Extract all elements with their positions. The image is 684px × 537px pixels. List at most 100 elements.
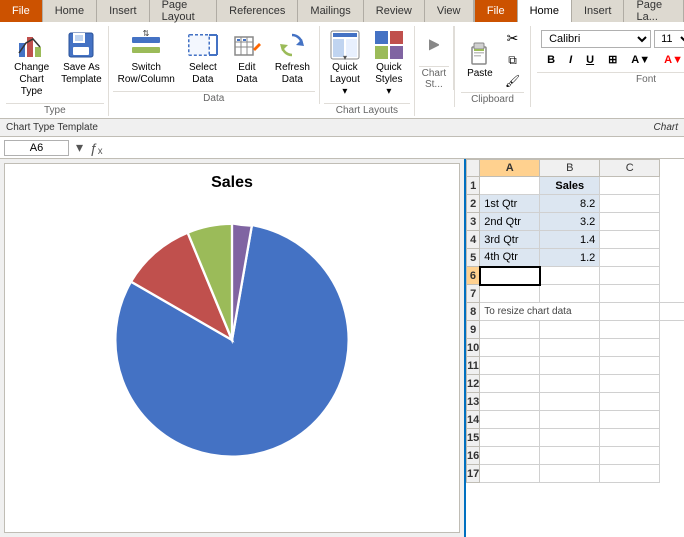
change-chart-type-button[interactable]: ChangeChart Type <box>6 26 57 101</box>
cell-r5-c3[interactable] <box>600 249 660 267</box>
tab-mailings[interactable]: Mailings <box>298 0 363 22</box>
cell-r2-c3[interactable] <box>600 195 660 213</box>
cell-r8-c2[interactable] <box>600 303 660 321</box>
cell-r9-c1[interactable] <box>480 321 540 339</box>
quick-styles-button[interactable]: QuickStyles ▾ <box>368 26 410 101</box>
cell-r17-c2[interactable] <box>540 465 600 483</box>
border-button[interactable]: ⊞ <box>602 51 623 68</box>
tab-insert2[interactable]: Insert <box>572 0 625 22</box>
cell-r12-c3[interactable] <box>600 375 660 393</box>
row-header-15[interactable]: 15 <box>467 429 480 447</box>
tab-home[interactable]: Home <box>43 0 97 22</box>
italic-button[interactable]: I <box>563 52 578 68</box>
tab-page-layout[interactable]: Page Layout <box>150 0 218 22</box>
format-painter-button[interactable]: 🖌 <box>501 72 524 90</box>
cell-r1-c1[interactable] <box>480 177 540 195</box>
cell-r2-c2[interactable]: 8.2 <box>540 195 600 213</box>
tab-review[interactable]: Review <box>364 0 425 22</box>
cell-r15-c2[interactable] <box>540 429 600 447</box>
chart-st-btn[interactable]: ▶ <box>419 26 449 64</box>
paste-button[interactable]: Paste <box>461 36 499 83</box>
cell-r7-c3[interactable] <box>600 285 660 303</box>
cell-r3-c2[interactable]: 3.2 <box>540 213 600 231</box>
cell-r13-c2[interactable] <box>540 393 600 411</box>
quick-layout-button[interactable]: ▾ QuickLayout ▾ <box>324 26 366 101</box>
formula-expand-icon[interactable]: ▾ <box>73 139 86 156</box>
cell-r13-c3[interactable] <box>600 393 660 411</box>
cell-r1-c3[interactable] <box>600 177 660 195</box>
row-header-7[interactable]: 7 <box>467 285 480 303</box>
cell-r12-c2[interactable] <box>540 375 600 393</box>
cell-r16-c1[interactable] <box>480 447 540 465</box>
select-data-button[interactable]: SelectData <box>182 26 224 89</box>
cell-r11-c3[interactable] <box>600 357 660 375</box>
cell-r7-c1[interactable] <box>480 285 540 303</box>
cell-reference[interactable] <box>4 140 69 156</box>
cell-r10-c2[interactable] <box>540 339 600 357</box>
edit-data-button[interactable]: EditData <box>226 26 268 89</box>
cell-r4-c2[interactable]: 1.4 <box>540 231 600 249</box>
row-header-6[interactable]: 6 <box>467 267 480 285</box>
tab-file[interactable]: File <box>0 0 43 22</box>
row-header-1[interactable]: 1 <box>467 177 480 195</box>
row-header-16[interactable]: 16 <box>467 447 480 465</box>
cell-r2-c1[interactable]: 1st Qtr <box>480 195 540 213</box>
tab-references[interactable]: References <box>217 0 298 22</box>
row-header-17[interactable]: 17 <box>467 465 480 483</box>
cell-r10-c1[interactable] <box>480 339 540 357</box>
tab-home2[interactable]: Home <box>518 0 572 22</box>
cell-r14-c2[interactable] <box>540 411 600 429</box>
col-header-b[interactable]: B <box>540 160 600 177</box>
col-header-c[interactable]: C <box>600 160 660 177</box>
row-header-3[interactable]: 3 <box>467 213 480 231</box>
cell-r13-c1[interactable] <box>480 393 540 411</box>
fx-icon[interactable]: ƒₓ <box>90 140 102 156</box>
copy-button[interactable]: ⧉ <box>501 51 524 70</box>
font-name-select[interactable]: Calibri <box>541 30 651 48</box>
switch-row-column-button[interactable]: ⇅ SwitchRow/Column <box>113 26 180 89</box>
font-color-button[interactable]: A▼ <box>658 52 684 68</box>
cell-r4-c1[interactable]: 3rd Qtr <box>480 231 540 249</box>
cell-r11-c2[interactable] <box>540 357 600 375</box>
cell-r15-c3[interactable] <box>600 429 660 447</box>
cell-r17-c3[interactable] <box>600 465 660 483</box>
cell-r7-c2[interactable] <box>540 285 600 303</box>
font-size-select[interactable]: 11 <box>654 30 684 48</box>
cell-r11-c1[interactable] <box>480 357 540 375</box>
cell-r1-c2[interactable]: Sales <box>540 177 600 195</box>
row-header-5[interactable]: 5 <box>467 249 480 267</box>
cell-r9-c2[interactable] <box>540 321 600 339</box>
tab-insert[interactable]: Insert <box>97 0 150 22</box>
row-header-8[interactable]: 8 <box>467 303 480 321</box>
cell-r4-c3[interactable] <box>600 231 660 249</box>
cell-r10-c3[interactable] <box>600 339 660 357</box>
cell-r15-c1[interactable] <box>480 429 540 447</box>
row-header-4[interactable]: 4 <box>467 231 480 249</box>
cell-r6-c2[interactable] <box>540 267 600 285</box>
row-header-14[interactable]: 14 <box>467 411 480 429</box>
tab-page-la[interactable]: Page La... <box>624 0 684 22</box>
cell-r14-c1[interactable] <box>480 411 540 429</box>
cell-r12-c1[interactable] <box>480 375 540 393</box>
cell-r8-c3[interactable] <box>660 303 684 321</box>
cell-r5-c2[interactable]: 1.2 <box>540 249 600 267</box>
save-as-template-button[interactable]: Save AsTemplate <box>59 26 103 101</box>
row-header-9[interactable]: 9 <box>467 321 480 339</box>
cut-button[interactable]: ✂ <box>501 28 524 49</box>
row-header-13[interactable]: 13 <box>467 393 480 411</box>
cell-r6-c3[interactable] <box>600 267 660 285</box>
tab-file2[interactable]: File <box>475 0 518 22</box>
row-header-12[interactable]: 12 <box>467 375 480 393</box>
cell-r16-c3[interactable] <box>600 447 660 465</box>
bold-button[interactable]: B <box>541 52 561 68</box>
refresh-data-button[interactable]: RefreshData <box>270 26 315 89</box>
cell-r9-c3[interactable] <box>600 321 660 339</box>
cell-r17-c1[interactable] <box>480 465 540 483</box>
tab-view[interactable]: View <box>425 0 474 22</box>
row-header-11[interactable]: 11 <box>467 357 480 375</box>
col-header-a[interactable]: A <box>480 160 540 177</box>
cell-r3-c3[interactable] <box>600 213 660 231</box>
cell-r16-c2[interactable] <box>540 447 600 465</box>
underline-button[interactable]: U <box>580 52 600 68</box>
fill-color-button[interactable]: A▼ <box>625 52 656 68</box>
